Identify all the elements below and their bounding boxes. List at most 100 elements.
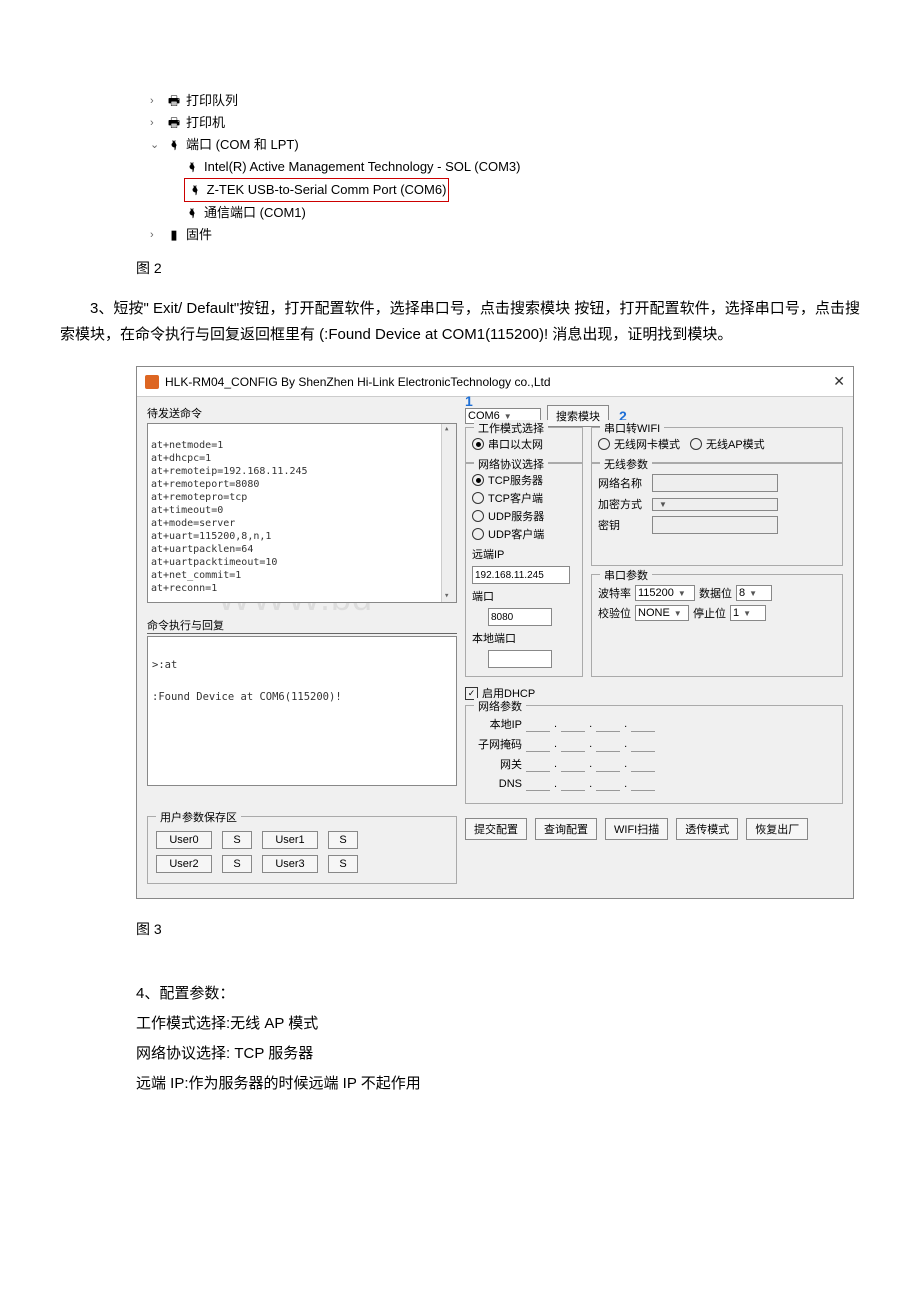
remote-ip-input[interactable] (472, 566, 570, 584)
section4-line1: 工作模式选择:无线 AP 模式 (136, 1009, 860, 1039)
reply-label: 命令执行与回复 (147, 617, 457, 634)
radio-tcp-client[interactable]: TCP客户端 (472, 490, 576, 506)
ip-octet[interactable] (596, 757, 620, 772)
baud-select[interactable]: 115200 ▼ (635, 585, 695, 601)
close-icon[interactable]: ✕ (833, 373, 845, 390)
ip-octet[interactable] (596, 737, 620, 752)
ip-octet[interactable] (526, 776, 550, 791)
factory-reset-button[interactable]: 恢复出厂 (746, 818, 808, 840)
databits-select[interactable]: 8▼ (736, 585, 772, 601)
port-icon: 🖣 (187, 179, 203, 201)
radio-udp-server[interactable]: UDP服务器 (472, 508, 576, 524)
radio-tcp-server[interactable]: TCP服务器 (472, 472, 576, 488)
window-title: HLK-RM04_CONFIG By ShenZhen Hi-Link Elec… (165, 375, 551, 389)
localip-label: 本地IP (472, 716, 522, 732)
wireless-params-group: 无线参数 网络名称 加密方式▼ 密钥 (591, 463, 843, 566)
user3-s-button[interactable]: S (328, 855, 358, 873)
user1-s-button[interactable]: S (328, 831, 358, 849)
baud-value: 115200 (638, 587, 674, 599)
radio-udp-client[interactable]: UDP客户端 (472, 526, 576, 542)
chevron-down-icon: ⌄ (150, 134, 162, 156)
tree-label: 固件 (186, 224, 212, 246)
radio-label: 无线AP模式 (706, 436, 765, 452)
local-port-input[interactable] (488, 650, 552, 668)
parity-label: 校验位 (598, 605, 631, 621)
tree-port-com1[interactable]: 🖣 通信端口 (COM1) (150, 202, 860, 224)
tree-port-intel[interactable]: 🖣 Intel(R) Active Management Technology … (150, 156, 860, 178)
reply-text: >:at :Found Device at COM6(115200)! (152, 659, 342, 703)
reply-box[interactable]: >:at :Found Device at COM6(115200)! (147, 636, 457, 786)
user2-s-button[interactable]: S (222, 855, 252, 873)
radio-icon (472, 474, 484, 486)
radio-wifi-ap[interactable]: 无线AP模式 (690, 436, 765, 452)
radio-icon (472, 528, 484, 540)
radio-icon (472, 510, 484, 522)
tree-printers[interactable]: › 🖶 打印机 (150, 112, 860, 134)
device-tree: › 🖶 打印队列 › 🖶 打印机 ⌄ 🖣 端口 (COM 和 LPT) 🖣 In… (150, 90, 860, 246)
transparent-mode-button[interactable]: 透传模式 (676, 818, 738, 840)
user2-button[interactable]: User2 (156, 855, 212, 873)
scrollbar[interactable] (441, 424, 456, 602)
databits-value: 8 (739, 587, 745, 599)
highlight-box: 🖣 Z-TEK USB-to-Serial Comm Port (COM6) (184, 178, 449, 202)
submit-config-button[interactable]: 提交配置 (465, 818, 527, 840)
port-input[interactable] (488, 608, 552, 626)
tree-ports[interactable]: ⌄ 🖣 端口 (COM 和 LPT) (150, 134, 860, 156)
stopbits-label: 停止位 (693, 605, 726, 621)
pending-cmds-box[interactable]: at+netmode=1 at+dhcpc=1 at+remoteip=192.… (147, 423, 457, 603)
user-save-group: 用户参数保存区 User0 S User1 S User2 S User3 S (147, 816, 457, 884)
ip-octet[interactable] (631, 776, 655, 791)
radio-icon (472, 492, 484, 504)
ip-octet[interactable] (561, 757, 585, 772)
ip-octet[interactable] (561, 776, 585, 791)
ip-octet[interactable] (526, 737, 550, 752)
wireless-title: 无线参数 (600, 456, 652, 472)
dropdown-icon: ▼ (743, 609, 751, 618)
ip-octet[interactable] (631, 717, 655, 732)
key-label: 密钥 (598, 517, 648, 533)
ip-octet[interactable] (526, 717, 550, 732)
pending-cmds-text: at+netmode=1 at+dhcpc=1 at+remoteip=192.… (151, 440, 308, 594)
chevron-right-icon: › (150, 112, 162, 134)
radio-icon (472, 438, 484, 450)
paragraph-3: 3、短按" Exit/ Default"按钮，打开配置软件，选择串口号，点击搜索… (60, 296, 860, 348)
ip-octet[interactable] (631, 737, 655, 752)
tree-port-ztek[interactable]: 🖣 Z-TEK USB-to-Serial Comm Port (COM6) (150, 178, 860, 202)
ip-octet[interactable] (561, 717, 585, 732)
port-icon: 🖣 (184, 202, 200, 224)
radio-label: 无线网卡模式 (614, 436, 680, 452)
stopbits-select[interactable]: 1▼ (730, 605, 766, 621)
user1-button[interactable]: User1 (262, 831, 318, 849)
dropdown-icon: ▼ (678, 589, 686, 598)
window-titlebar: HLK-RM04_CONFIG By ShenZhen Hi-Link Elec… (137, 367, 853, 397)
radio-wifi-card[interactable]: 无线网卡模式 (598, 436, 680, 452)
figure-3-label: 图 3 (136, 919, 860, 939)
tree-label: Intel(R) Active Management Technology - … (204, 156, 520, 178)
ip-octet[interactable] (596, 776, 620, 791)
user3-button[interactable]: User3 (262, 855, 318, 873)
radio-ethernet[interactable]: 串口以太网 (472, 436, 576, 452)
parity-value: NONE (638, 607, 670, 619)
port-icon: 🖣 (184, 156, 200, 178)
printer-icon: 🖶 (166, 112, 182, 134)
chevron-right-icon: › (150, 224, 162, 246)
tree-firmware[interactable]: › ▮ 固件 (150, 224, 860, 246)
firmware-icon: ▮ (166, 224, 182, 246)
ip-octet[interactable] (526, 757, 550, 772)
dropdown-icon: ▼ (674, 609, 682, 618)
user0-button[interactable]: User0 (156, 831, 212, 849)
ip-octet[interactable] (561, 737, 585, 752)
wifi-scan-button[interactable]: WIFI扫描 (605, 818, 668, 840)
ip-octet[interactable] (596, 717, 620, 732)
mask-label: 子网掩码 (472, 736, 522, 752)
parity-select[interactable]: NONE ▼ (635, 605, 689, 621)
protocol-title: 网络协议选择 (474, 456, 548, 472)
tree-print-queue[interactable]: › 🖶 打印队列 (150, 90, 860, 112)
user0-s-button[interactable]: S (222, 831, 252, 849)
query-config-button[interactable]: 查询配置 (535, 818, 597, 840)
section4-line3: 远端 IP:作为服务器的时候远端 IP 不起作用 (136, 1069, 860, 1099)
net-params-group: 网络参数 本地IP... 子网掩码... 网关... DNS... (465, 705, 843, 804)
local-port-label: 本地端口 (472, 630, 516, 646)
ip-octet[interactable] (631, 757, 655, 772)
tree-label: 通信端口 (COM1) (204, 202, 306, 224)
